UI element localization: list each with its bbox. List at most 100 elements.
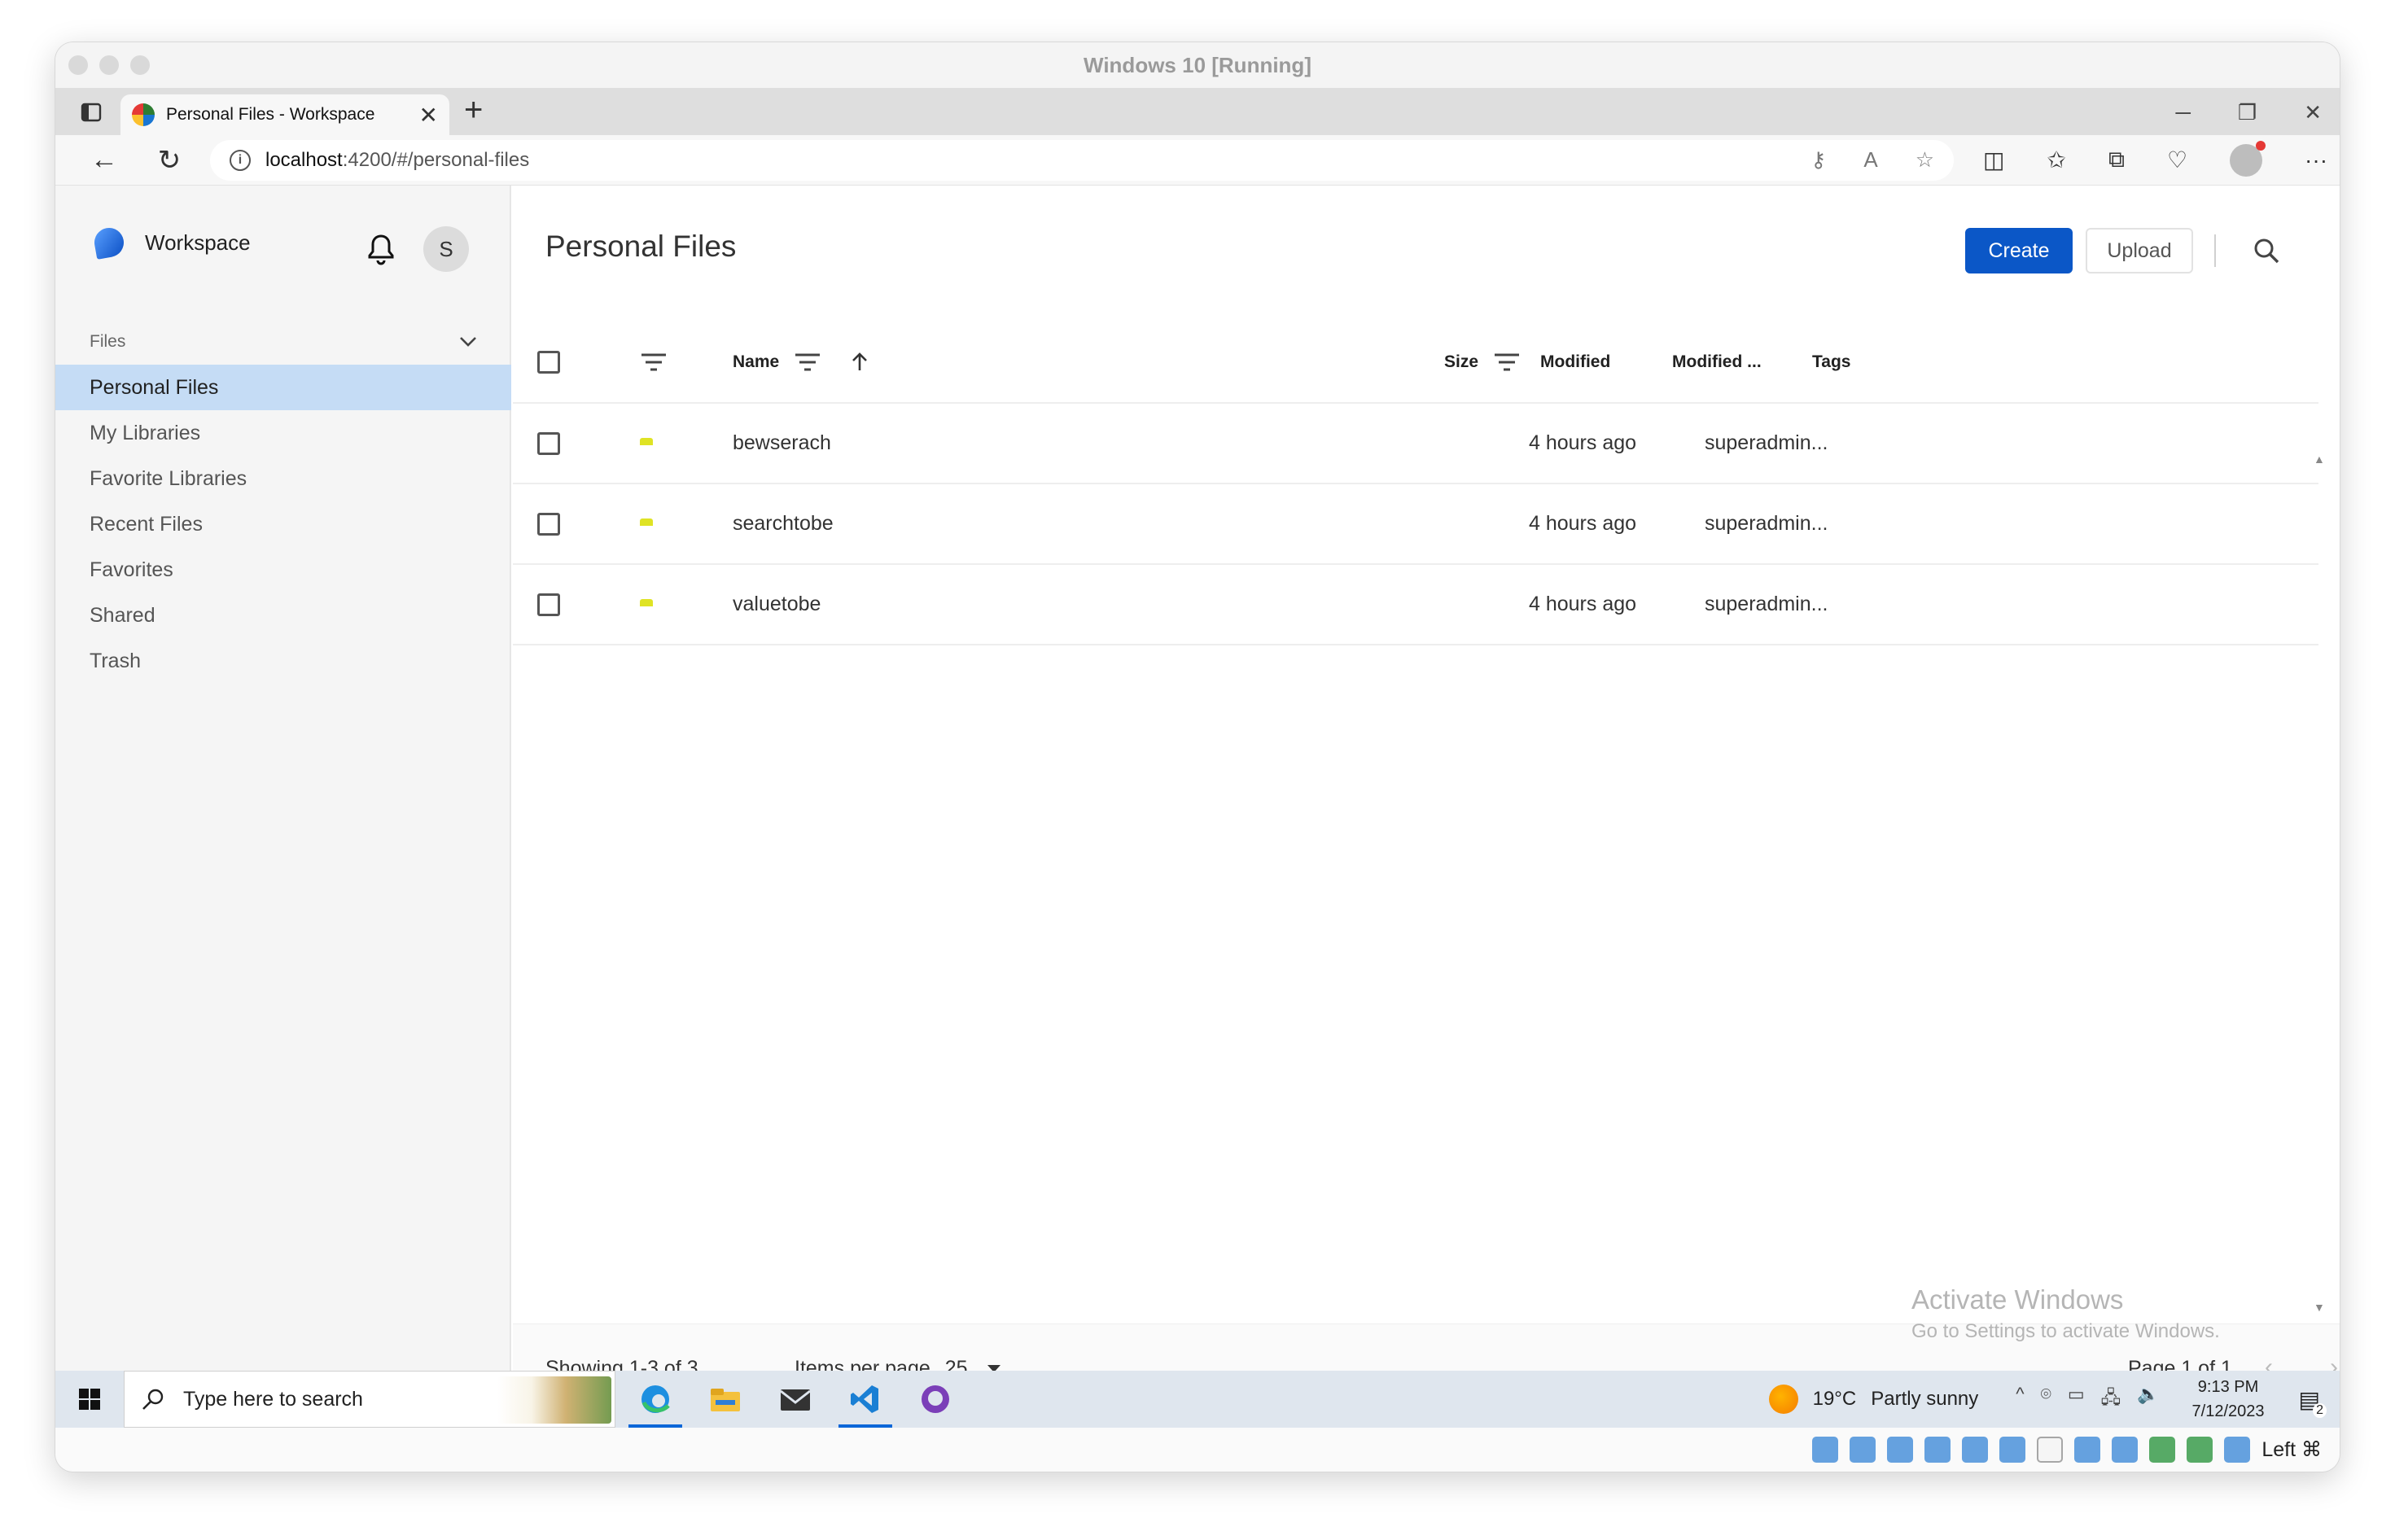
- edge-app-icon[interactable]: [620, 1371, 690, 1428]
- weather-text[interactable]: Partly sunny: [1871, 1388, 1978, 1411]
- row-checkbox[interactable]: [537, 593, 560, 616]
- floppy-icon[interactable]: [1887, 1437, 1914, 1463]
- recording-icon[interactable]: [2112, 1437, 2139, 1463]
- sidebar: Workspace S Files Personal Files My Libr…: [55, 186, 511, 1411]
- sidebar-item-favorite-libraries[interactable]: Favorite Libraries: [55, 456, 511, 501]
- split-screen-icon[interactable]: ◫: [1983, 147, 2004, 173]
- address-bar[interactable]: i localhost:4200/#/personal-files ⚷ A ☆: [210, 139, 1954, 181]
- sidebar-item-shared[interactable]: Shared: [55, 593, 511, 638]
- usb-icon[interactable]: [1999, 1437, 2026, 1463]
- row-name[interactable]: bewserach: [733, 431, 831, 455]
- weather-icon[interactable]: [1768, 1385, 1798, 1414]
- back-icon[interactable]: ←: [81, 144, 127, 176]
- url-text[interactable]: localhost:4200/#/personal-files: [265, 149, 1796, 172]
- browser-toolbar: ← ↻ i localhost:4200/#/personal-files ⚷ …: [55, 135, 2340, 186]
- refresh-icon[interactable]: ↻: [147, 144, 192, 177]
- select-all-checkbox[interactable]: [537, 351, 560, 374]
- browser-essentials-icon[interactable]: ♡: [2167, 147, 2187, 173]
- row-name[interactable]: searchtobe: [733, 512, 834, 536]
- sidebar-item-favorites[interactable]: Favorites: [55, 547, 511, 593]
- more-options-icon[interactable]: ···: [2305, 147, 2327, 173]
- minimize-window-button[interactable]: [99, 55, 119, 75]
- file-explorer-icon[interactable]: [690, 1371, 760, 1428]
- show-hidden-icons-chevron-icon[interactable]: ^: [2016, 1384, 2024, 1415]
- window-controls: ─ ❐ ✕: [2175, 100, 2322, 125]
- scroll-down-arrow-icon[interactable]: ▼: [2314, 1301, 2325, 1314]
- network-icon[interactable]: 🖧: [2101, 1384, 2121, 1415]
- audio-icon[interactable]: [1924, 1437, 1951, 1463]
- profile-avatar-icon[interactable]: [2230, 140, 2266, 177]
- cpu-icon[interactable]: [2149, 1437, 2176, 1463]
- window-traffic-lights[interactable]: [68, 55, 150, 75]
- name-filter-icon[interactable]: [794, 352, 821, 372]
- sort-ascending-arrow-icon[interactable]: [849, 352, 870, 373]
- scroll-up-arrow-icon[interactable]: ▲: [2314, 453, 2325, 466]
- modified-column-header[interactable]: Modified: [1540, 352, 1610, 372]
- close-tab-icon[interactable]: ✕: [419, 102, 438, 129]
- mail-app-icon[interactable]: [760, 1371, 830, 1428]
- windows-start-icon[interactable]: [55, 1371, 124, 1428]
- table-row[interactable]: searchtobe 4 hours ago superadmin...: [513, 484, 2318, 565]
- zoom-window-button[interactable]: [130, 55, 150, 75]
- close-icon[interactable]: ✕: [2304, 100, 2322, 125]
- github-desktop-icon[interactable]: [900, 1371, 970, 1428]
- modified-by-column-header[interactable]: Modified ...: [1672, 352, 1762, 372]
- display-icon[interactable]: [2074, 1437, 2101, 1463]
- name-column-header[interactable]: Name: [733, 352, 870, 373]
- user-avatar[interactable]: S: [423, 226, 469, 272]
- hard-disk-icon[interactable]: [1812, 1437, 1839, 1463]
- new-tab-icon[interactable]: +: [464, 92, 483, 129]
- taskbar-clock[interactable]: 9:13 PM 7/12/2023: [2192, 1375, 2265, 1424]
- row-modified: 4 hours ago: [1529, 593, 1637, 615]
- system-tray: 19°C Partly sunny ^ ⌾ ▭ 🖧 🔈 9:13 PM 7/12…: [1768, 1375, 2340, 1424]
- sidebar-item-recent-files[interactable]: Recent Files: [55, 501, 511, 547]
- key-icon[interactable]: ⚷: [1810, 147, 1826, 173]
- size-filter-icon[interactable]: [1493, 352, 1521, 372]
- tags-column-header[interactable]: Tags: [1812, 352, 1850, 372]
- column-filter-icon[interactable]: [640, 352, 668, 372]
- mouse-integration-icon[interactable]: [2187, 1437, 2213, 1463]
- shared-folders-icon[interactable]: [2037, 1437, 2064, 1463]
- notification-bell-icon[interactable]: [366, 233, 396, 265]
- site-info-icon[interactable]: i: [230, 149, 251, 171]
- row-name[interactable]: valuetobe: [733, 593, 821, 616]
- upload-button[interactable]: Upload: [2086, 228, 2193, 273]
- meet-now-icon[interactable]: ⌾: [2041, 1384, 2051, 1415]
- battery-icon[interactable]: ▭: [2068, 1384, 2085, 1415]
- action-center-icon[interactable]: ▤ 2: [2299, 1386, 2327, 1418]
- restore-icon[interactable]: ❐: [2238, 100, 2257, 125]
- minimize-icon[interactable]: ─: [2175, 100, 2190, 125]
- network-adapter-icon[interactable]: [1962, 1437, 1989, 1463]
- size-column-header[interactable]: Size: [1444, 352, 1521, 372]
- read-aloud-icon[interactable]: A: [1863, 147, 1877, 173]
- table-row[interactable]: bewserach 4 hours ago superadmin...: [513, 404, 2318, 484]
- brand[interactable]: Workspace: [92, 225, 251, 260]
- browser-tabbar: Personal Files - Workspace ✕ + ─ ❐ ✕: [55, 88, 2340, 135]
- sidebar-item-my-libraries[interactable]: My Libraries: [55, 410, 511, 456]
- workspace-favicon-icon: [132, 103, 155, 126]
- sidebar-item-personal-files[interactable]: Personal Files: [55, 365, 511, 410]
- vscode-app-icon[interactable]: [830, 1371, 900, 1428]
- clock-time: 9:13 PM: [2197, 1378, 2259, 1396]
- sidebar-item-trash[interactable]: Trash: [55, 638, 511, 684]
- volume-icon[interactable]: 🔈: [2137, 1384, 2159, 1415]
- create-button[interactable]: Create: [1965, 228, 2073, 273]
- close-window-button[interactable]: [68, 55, 88, 75]
- files-section-header[interactable]: Files: [90, 332, 477, 352]
- files-table: Name Size Modified Modified ... Tags bew…: [513, 322, 2318, 645]
- table-row[interactable]: valuetobe 4 hours ago superadmin...: [513, 565, 2318, 645]
- page-title: Personal Files: [545, 230, 737, 263]
- row-checkbox[interactable]: [537, 512, 560, 536]
- favorite-star-icon[interactable]: ☆: [1916, 147, 1934, 173]
- clock-date: 7/12/2023: [2191, 1402, 2265, 1420]
- favorites-icon[interactable]: ✩: [2047, 147, 2065, 173]
- browser-tab[interactable]: Personal Files - Workspace ✕: [120, 94, 449, 135]
- optical-drive-icon[interactable]: [1850, 1437, 1876, 1463]
- weather-temp[interactable]: 19°C: [1813, 1388, 1857, 1411]
- download-icon[interactable]: [2224, 1437, 2251, 1463]
- search-icon[interactable]: [2252, 236, 2281, 265]
- row-checkbox[interactable]: [537, 431, 560, 455]
- tab-actions-icon[interactable]: [73, 94, 109, 130]
- collections-icon[interactable]: ⧉: [2108, 147, 2125, 173]
- taskbar-search-box[interactable]: Type here to search: [124, 1371, 615, 1428]
